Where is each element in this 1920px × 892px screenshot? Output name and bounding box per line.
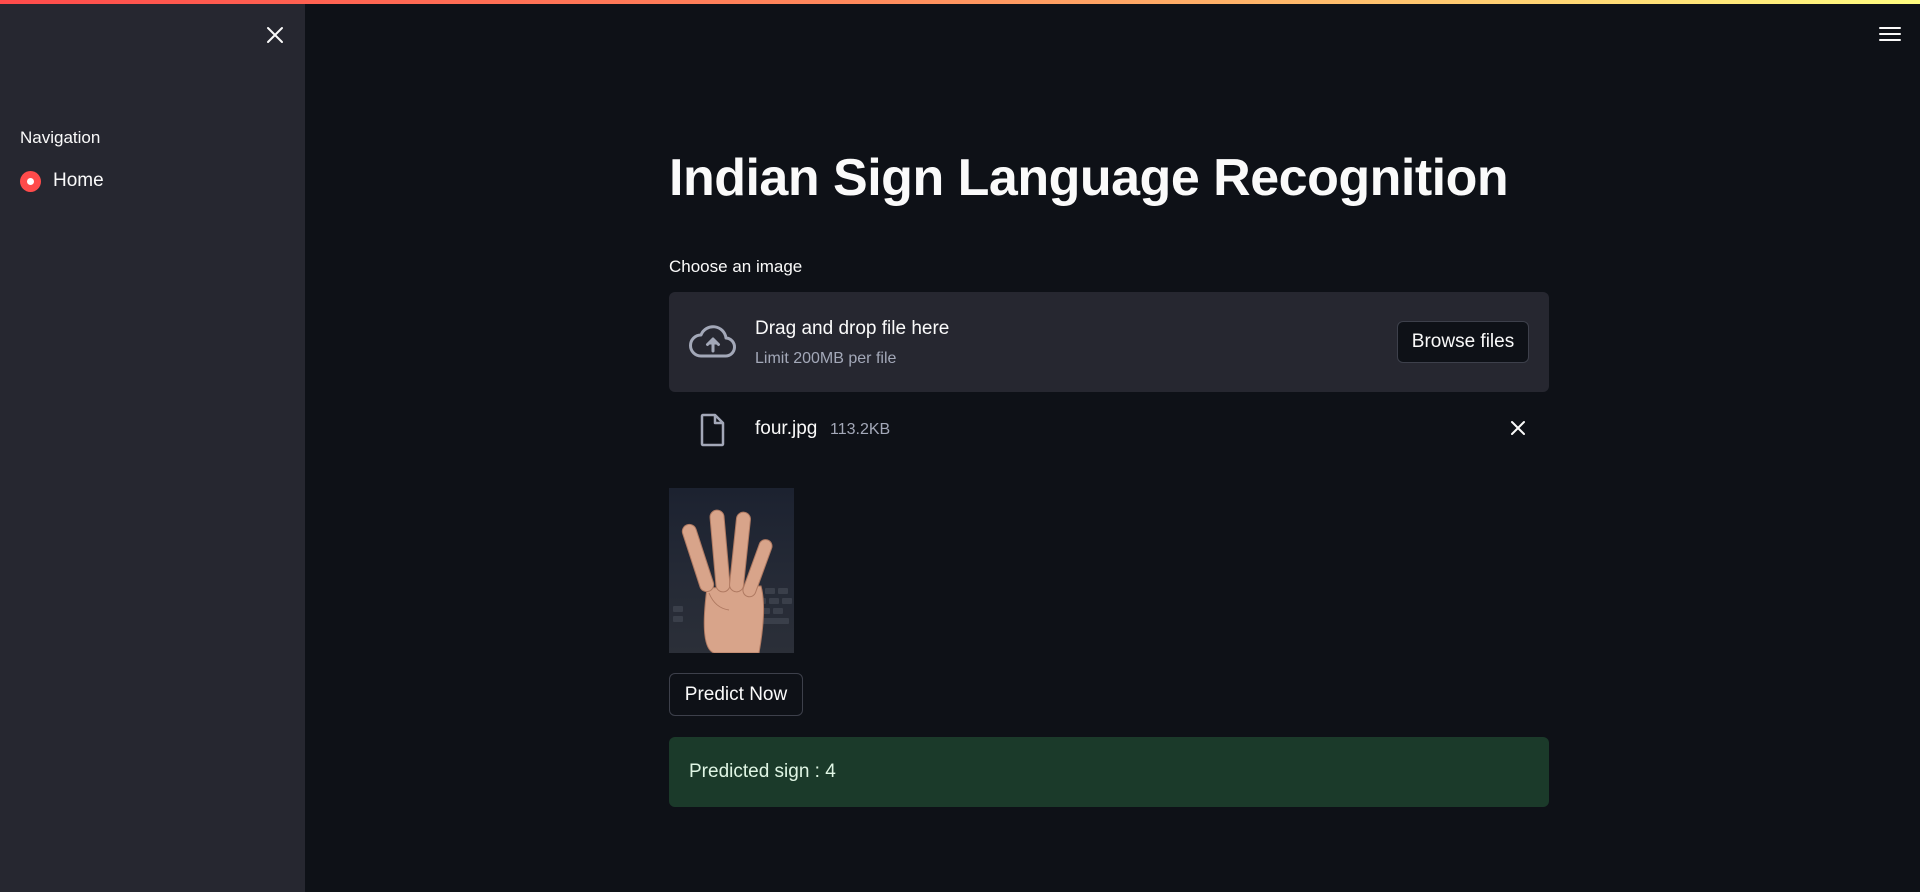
predict-now-button[interactable]: Predict Now [669,673,803,716]
hand-photo-image [669,488,794,653]
file-name: four.jpg [755,418,818,439]
dropzone-limit: Limit 200MB per file [755,350,897,367]
prediction-result-text: Predicted sign : 4 [689,761,836,782]
remove-file-icon [1511,421,1525,435]
main-menu-button[interactable] [1876,22,1904,46]
radio-selected-icon [20,170,41,192]
file-dropzone[interactable]: Drag and drop file here Limit 200MB per … [669,292,1549,392]
file-size: 113.2KB [830,421,891,438]
nav-radio-home[interactable]: Home [20,168,104,194]
browse-files-button[interactable]: Browse files [1397,321,1529,363]
page-title: Indian Sign Language Recognition [669,149,1509,207]
sidebar-close-button[interactable] [262,22,288,48]
close-icon [267,27,283,43]
uploaded-file-row: four.jpg 113.2KB [669,404,1549,454]
top-decoration-bar [0,0,1920,4]
cloud-upload-icon [689,325,736,358]
navigation-heading: Navigation [20,128,101,147]
prediction-result-alert: Predicted sign : 4 [669,737,1549,807]
nav-radio-label: Home [53,170,104,191]
uploader-label: Choose an image [669,257,803,276]
hamburger-menu-icon [1879,27,1901,41]
sidebar: Navigation Home [0,0,305,892]
file-icon [700,413,725,447]
dropzone-title: Drag and drop file here [755,318,950,339]
uploaded-image-preview [669,488,794,653]
remove-file-button[interactable] [1505,415,1531,441]
